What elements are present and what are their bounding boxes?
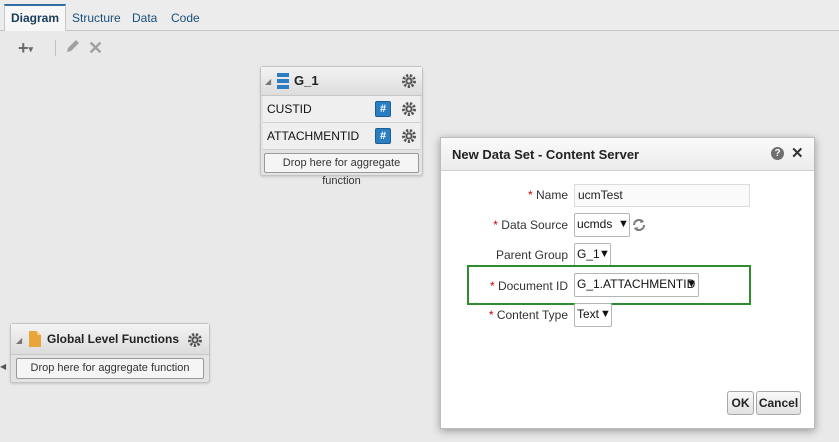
gear-icon[interactable] [401, 101, 417, 117]
tab-code[interactable]: Code [165, 6, 206, 30]
global-functions-header: ◢ Global Level Functions [11, 324, 209, 355]
tab-data[interactable]: Data [126, 6, 163, 30]
document-id-select[interactable]: G_1.ATTACHMENTID ▼ [574, 273, 699, 297]
document-id-label: * Document ID [489, 279, 568, 293]
gear-icon[interactable] [401, 128, 417, 144]
help-icon[interactable]: ? [771, 147, 784, 160]
dialog-title: New Data Set - Content Server [452, 147, 640, 162]
collapse-triangle-icon[interactable]: ◢ [265, 77, 271, 86]
column-label: CUSTID [267, 102, 312, 116]
dialog-header: New Data Set - Content Server ? ✕ [441, 138, 814, 171]
chevron-down-icon: ▼ [686, 278, 697, 290]
name-label: * Name [527, 188, 568, 202]
refresh-icon[interactable] [632, 218, 646, 232]
plus-icon[interactable]: +▾ [18, 38, 33, 59]
numeric-type-icon: # [375, 101, 391, 117]
aggregate-drop-zone[interactable]: Drop here for aggregate function [264, 153, 419, 187]
content-type-value: Text [577, 307, 600, 321]
document-icon [29, 331, 41, 350]
collapse-triangle-icon[interactable]: ◢ [16, 336, 22, 345]
close-icon[interactable]: ✕ [791, 144, 804, 162]
group-g1-header: ◢ G_1 [261, 67, 422, 96]
gear-icon[interactable] [187, 332, 203, 348]
tab-structure[interactable]: Structure [66, 6, 127, 30]
splitter-handle-icon[interactable]: ◀ [0, 362, 6, 371]
chevron-down-icon: ▼ [600, 308, 611, 320]
table-row[interactable]: ATTACHMENTID # [263, 123, 420, 150]
chevron-down-icon: ▼ [599, 248, 610, 260]
dataset-icon [277, 73, 289, 92]
aggregate-drop-zone[interactable]: Drop here for aggregate function [16, 358, 204, 379]
toolbar-divider [55, 40, 56, 56]
numeric-type-icon: # [375, 128, 391, 144]
parent-group-select[interactable]: G_1 ▼ [574, 243, 611, 267]
ok-button[interactable]: OK [727, 391, 754, 415]
global-level-functions[interactable]: ◢ Global Level Functions Drop here for a… [10, 323, 210, 383]
data-source-label: * Data Source [493, 218, 568, 232]
group-title: Global Level Functions [47, 332, 180, 346]
column-label: ATTACHMENTID [267, 129, 360, 143]
data-source-select[interactable]: ucmds ▼ [574, 213, 630, 237]
cancel-button[interactable]: Cancel [756, 391, 801, 415]
data-source-value: ucmds [577, 217, 613, 231]
tab-diagram[interactable]: Diagram [4, 4, 67, 33]
parent-group-value: G_1 [577, 247, 600, 261]
chevron-down-icon: ▼ [618, 218, 629, 230]
group-title: G_1 [294, 73, 319, 88]
table-row[interactable]: CUSTID # [263, 96, 420, 123]
content-type-label: * Content Type [488, 308, 568, 322]
content-type-select[interactable]: Text ▼ [574, 303, 612, 327]
pencil-icon[interactable] [65, 38, 81, 58]
parent-group-label: Parent Group [495, 248, 568, 262]
group-g1[interactable]: ◢ G_1 CUSTID # ATTACHMENTID # Drop here … [260, 66, 423, 187]
document-id-value: G_1.ATTACHMENTID [577, 277, 696, 291]
name-field[interactable]: ucmTest [574, 184, 750, 207]
x-icon[interactable]: ✕ [88, 38, 103, 58]
tab-bar: Diagram Structure Data Code [0, 0, 839, 33]
gear-icon[interactable] [401, 73, 417, 89]
